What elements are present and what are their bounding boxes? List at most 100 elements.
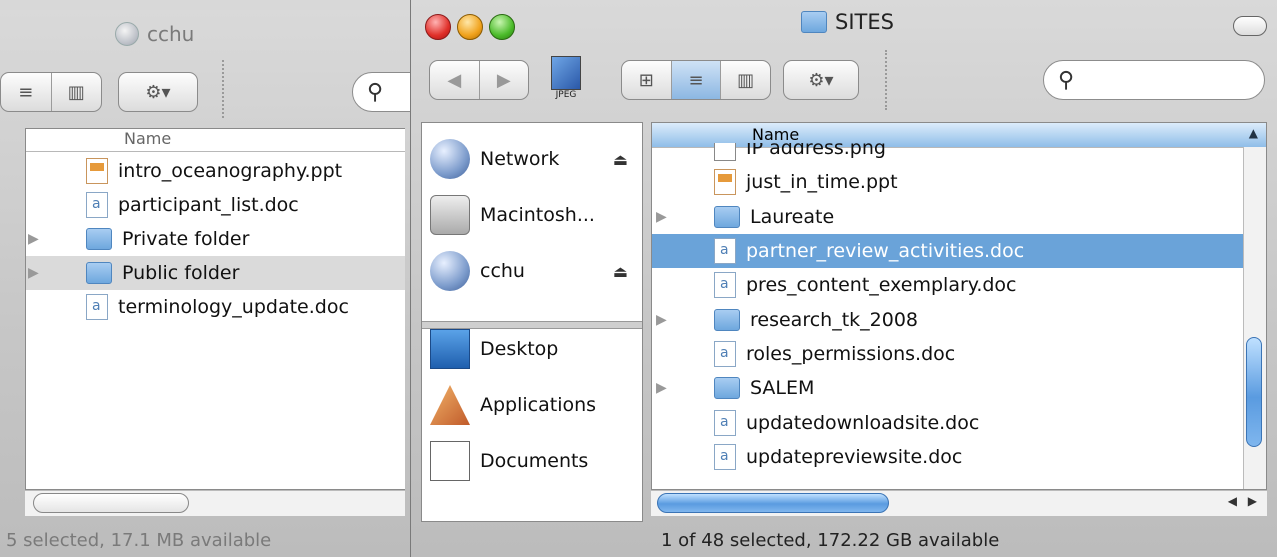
file-row[interactable]: ▶ Public folder xyxy=(26,256,405,290)
docs-icon xyxy=(430,441,470,481)
toolbar-separator xyxy=(885,50,887,110)
back-horizontal-scrollbar[interactable] xyxy=(25,490,405,516)
file-name: participant_list.doc xyxy=(118,194,299,216)
disclosure-triangle-icon[interactable]: ▶ xyxy=(656,312,667,328)
file-name: roles_permissions.doc xyxy=(746,342,956,365)
eject-icon[interactable]: ⏏ xyxy=(613,262,628,281)
column-icon: ▥ xyxy=(737,69,755,91)
back-scroll-thumb[interactable] xyxy=(33,493,189,513)
column-icon: ▥ xyxy=(67,81,85,103)
sidebar-item-label: Applications xyxy=(480,394,597,416)
zoom-button[interactable] xyxy=(489,14,515,40)
file-row[interactable]: intro_oceanography.ppt xyxy=(26,154,405,188)
gear-icon: ⚙▾ xyxy=(145,81,171,103)
disclosure-triangle-icon[interactable]: ▶ xyxy=(28,231,39,247)
horizontal-scrollbar[interactable]: ◀ ▶ xyxy=(651,490,1267,516)
file-row[interactable]: ▶ SALEM xyxy=(652,371,1244,405)
file-name: partner_review_activities.doc xyxy=(746,240,1025,263)
file-name: Public folder xyxy=(122,262,240,284)
sort-ascending-icon: ▲ xyxy=(1248,126,1258,140)
file-row[interactable]: ▶ Laureate xyxy=(652,200,1244,234)
close-button[interactable] xyxy=(425,14,451,40)
back-name-column-header[interactable]: Name xyxy=(26,129,405,152)
search-field[interactable]: ⚲ xyxy=(1043,60,1265,100)
apps-icon xyxy=(430,385,470,425)
file-row[interactable]: updatepreviewsite.doc xyxy=(652,440,1244,474)
icon-view-button[interactable]: ⊞ xyxy=(622,61,671,99)
back-finder-window: cchu ≡ ▥ ⚙▾ ⚲ Name intro_oceanography.pp… xyxy=(0,10,432,557)
vertical-scroll-thumb[interactable] xyxy=(1246,337,1262,447)
back-status-text: 5 selected, 17.1 MB available xyxy=(6,530,272,551)
scroll-right-arrow-icon[interactable]: ▶ xyxy=(1248,494,1257,508)
sidebar-item-label: Documents xyxy=(480,450,589,472)
doc-file-icon xyxy=(714,443,736,470)
horizontal-scroll-thumb[interactable] xyxy=(657,493,889,513)
file-row[interactable]: participant_list.doc xyxy=(26,188,405,222)
back-button[interactable]: ◀ xyxy=(430,61,479,99)
file-row[interactable]: pres_content_exemplary.doc xyxy=(652,268,1244,302)
desk-icon xyxy=(430,329,470,369)
file-name: Laureate xyxy=(750,205,835,228)
sidebar: Network ⏏ Macintosh... cchu ⏏ Desktop Applica… xyxy=(421,122,643,522)
list-view-button[interactable]: ≡ xyxy=(670,61,721,99)
disclosure-triangle-icon[interactable]: ▶ xyxy=(656,209,667,225)
disclosure-triangle-icon[interactable]: ▶ xyxy=(656,380,667,396)
back-window-title-text: cchu xyxy=(147,22,195,46)
magnifier-icon: ⚲ xyxy=(1058,68,1075,93)
file-rows-viewport: IP address.png just_in_time.ppt ▶ Laureate p… xyxy=(652,143,1244,489)
sidebar-item[interactable]: Desktop xyxy=(422,323,642,375)
file-row[interactable]: ▶ Private folder xyxy=(26,222,405,256)
eject-icon[interactable]: ⏏ xyxy=(613,150,628,169)
sidebar-item[interactable]: Network ⏏ xyxy=(422,133,642,185)
file-row[interactable]: IP address.png xyxy=(652,143,1244,165)
disclosure-triangle-icon[interactable]: ▶ xyxy=(28,265,39,281)
magnifier-icon: ⚲ xyxy=(367,80,384,105)
file-list: Name ▲ IP address.png just_in_time.ppt ▶ La… xyxy=(651,122,1267,490)
file-row[interactable]: ▶ research_tk_2008 xyxy=(652,302,1244,336)
file-row[interactable]: just_in_time.ppt xyxy=(652,165,1244,199)
back-rows: intro_oceanography.ppt participant_list.d… xyxy=(26,152,405,324)
back-title-bar[interactable]: cchu xyxy=(0,10,419,54)
doc-file-icon xyxy=(714,340,736,367)
sidebar-item[interactable]: Macintosh... xyxy=(422,189,642,241)
sidebar-item[interactable]: cchu ⏏ xyxy=(422,245,642,297)
file-row[interactable]: updatedownloadsite.doc xyxy=(652,405,1244,439)
name-header-label: Name xyxy=(752,125,800,144)
toolbar-toggle-button[interactable] xyxy=(1233,16,1267,36)
sidebar-item-label: cchu xyxy=(480,260,525,282)
vertical-scrollbar[interactable] xyxy=(1243,147,1266,489)
back-column-view-button[interactable]: ▥ xyxy=(50,73,102,111)
sidebar-item-label: Desktop xyxy=(480,338,559,360)
back-forward-control: ◀ ▶ xyxy=(429,60,529,100)
jpeg-file-toolbar-item[interactable]: JPEG xyxy=(546,56,586,106)
back-action-button[interactable]: ⚙▾ xyxy=(118,72,198,112)
doc-file-icon xyxy=(714,272,736,299)
doc-file-icon xyxy=(714,409,736,436)
action-button[interactable]: ⚙▾ xyxy=(783,60,859,100)
ppt-file-icon xyxy=(86,158,108,184)
name-header-label: Name xyxy=(124,129,172,148)
doc-file-icon xyxy=(86,294,108,320)
file-row[interactable]: terminology_update.doc xyxy=(26,290,405,324)
front-window-title: SITES xyxy=(801,10,894,34)
sidebar-item[interactable]: Applications xyxy=(422,379,642,431)
scroll-left-arrow-icon[interactable]: ◀ xyxy=(1228,494,1237,508)
jpeg-icon xyxy=(551,56,581,90)
globe-icon xyxy=(430,251,470,291)
sidebar-item[interactable]: Documents xyxy=(422,435,642,487)
column-view-button[interactable]: ▥ xyxy=(720,61,770,99)
file-rows: IP address.png just_in_time.ppt ▶ Laureate p… xyxy=(652,143,1244,474)
file-row[interactable]: partner_review_activities.doc xyxy=(652,233,1244,269)
toolbar-separator xyxy=(222,60,224,118)
minimize-button[interactable] xyxy=(457,14,483,40)
grid-icon: ⊞ xyxy=(638,69,654,91)
jpeg-label: JPEG xyxy=(555,90,577,100)
png-file-icon xyxy=(714,143,736,162)
back-list-view-button[interactable]: ≡ xyxy=(1,73,51,111)
file-name: Private folder xyxy=(122,228,250,250)
forward-button[interactable]: ▶ xyxy=(478,61,529,99)
sidebar-item-label: Macintosh... xyxy=(480,204,595,226)
file-row[interactable]: roles_permissions.doc xyxy=(652,337,1244,371)
folder-icon xyxy=(801,11,827,33)
file-name: just_in_time.ppt xyxy=(746,171,898,194)
